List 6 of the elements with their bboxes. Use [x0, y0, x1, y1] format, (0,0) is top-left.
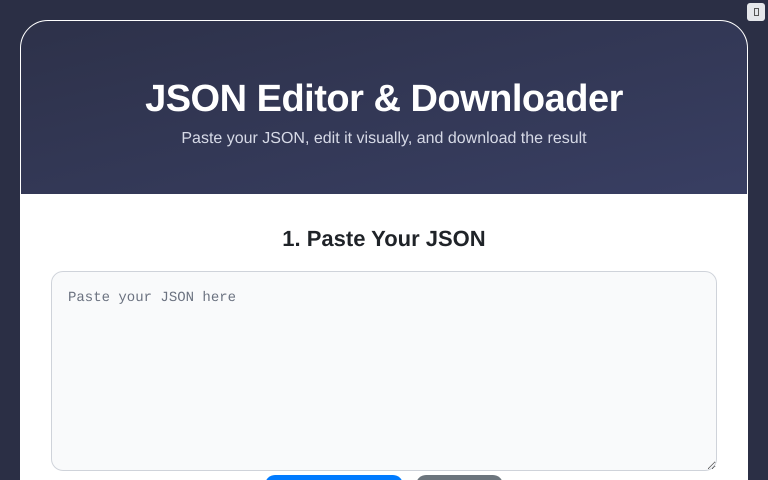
box-icon: [754, 8, 758, 16]
corner-button[interactable]: [747, 3, 765, 21]
json-input-field[interactable]: Paste your JSON here: [51, 271, 717, 471]
page-subtitle: Paste your JSON, edit it visually, and download the result: [181, 129, 587, 150]
page-title: JSON Editor & Downloader: [145, 76, 623, 122]
section-heading: 1. Paste Your JSON: [282, 225, 486, 253]
